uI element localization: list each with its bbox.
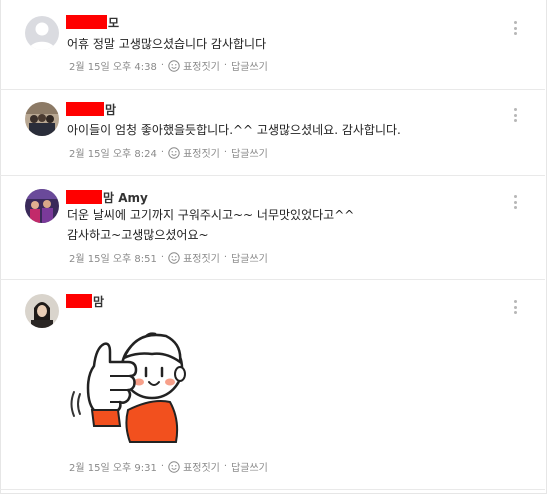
- user-avatar[interactable]: [25, 294, 59, 328]
- react-button[interactable]: 표정짓기: [168, 145, 220, 160]
- react-label: 표정짓기: [183, 149, 220, 160]
- comment-meta: 2월 15일 오후 8:51 · 표정짓기 · 답글쓰기: [69, 250, 268, 265]
- default-avatar[interactable]: [25, 16, 59, 50]
- author-name-suffix: 맘: [93, 294, 105, 309]
- user-avatar[interactable]: [25, 102, 59, 136]
- comment-item: 맘 Amy 더운 날씨에 고기까지 구워주시고~~ 너무맛있었다고^^ 감사하고…: [0, 175, 545, 280]
- comment-item: 맘 아이들이 엄청 좋아했을듯합니다.^^ 고생많으셨네요. 감사합니다. 2월…: [0, 89, 545, 176]
- redacted-name: [66, 15, 107, 29]
- author-row[interactable]: 맘 Amy: [66, 189, 148, 205]
- react-button[interactable]: 표정짓기: [168, 250, 220, 265]
- comment-meta: 2월 15일 오후 9:31 · 표정짓기 · 답글쓰기: [69, 459, 268, 474]
- react-button[interactable]: 표정짓기: [168, 459, 220, 474]
- smile-icon: [168, 59, 180, 72]
- comment-item: 모 어휴 정말 고생많으셨습니다 감사합니다 2월 15일 오후 4:38 · …: [0, 0, 545, 90]
- more-options-icon[interactable]: [509, 299, 521, 315]
- separator: ·: [160, 461, 165, 472]
- comment-date: 2월 15일 오후 8:51: [69, 254, 157, 265]
- separator: ·: [223, 147, 228, 158]
- comment-text-line: 더운 날씨에 고기까지 구워주시고~~ 너무맛있었다고^^: [67, 208, 355, 222]
- more-options-icon[interactable]: [509, 107, 521, 123]
- separator: ·: [160, 252, 165, 263]
- comment-text-line: 감사하고~고생많으셨어요~: [67, 228, 209, 242]
- separator: ·: [223, 60, 228, 71]
- comment-date: 2월 15일 오후 8:24: [69, 149, 157, 160]
- author-row[interactable]: 맘: [66, 293, 104, 309]
- separator: ·: [160, 147, 165, 158]
- author-row[interactable]: 맘: [66, 101, 116, 117]
- more-options-icon[interactable]: [509, 194, 521, 210]
- smile-icon: [168, 251, 180, 264]
- redacted-name: [66, 294, 92, 308]
- separator: ·: [160, 60, 165, 71]
- comment-meta: 2월 15일 오후 8:24 · 표정짓기 · 답글쓰기: [69, 145, 268, 160]
- separator: ·: [223, 252, 228, 263]
- smile-icon: [168, 460, 180, 473]
- comment-date: 2월 15일 오후 4:38: [69, 62, 157, 73]
- reply-button[interactable]: 답글쓰기: [231, 250, 268, 265]
- reply-button[interactable]: 답글쓰기: [231, 58, 268, 73]
- comment-text: 아이들이 엄청 좋아했을듯합니다.^^ 고생많으셨네요. 감사합니다.: [67, 120, 401, 140]
- author-row[interactable]: 모: [66, 14, 119, 30]
- comment-date: 2월 15일 오후 9:31: [69, 463, 157, 474]
- separator: ·: [223, 461, 228, 472]
- thumbs-up-sticker[interactable]: [66, 322, 196, 452]
- comment-text: 더운 날씨에 고기까지 구워주시고~~ 너무맛있었다고^^ 감사하고~고생많으셨…: [67, 205, 354, 245]
- author-name-suffix: 맘: [105, 102, 117, 117]
- author-name-suffix: 맘 Amy: [103, 190, 148, 205]
- react-label: 표정짓기: [183, 463, 220, 474]
- more-options-icon[interactable]: [509, 20, 521, 36]
- reply-button[interactable]: 답글쓰기: [231, 145, 268, 160]
- react-label: 표정짓기: [183, 62, 220, 73]
- author-name-suffix: 모: [108, 15, 120, 30]
- redacted-name: [66, 190, 102, 204]
- redacted-name: [66, 102, 104, 116]
- comment-text-line: 아이들이 엄청 좋아했을듯합니다.^^ 고생많으셨네요. 감사합니다.: [67, 123, 401, 137]
- reply-button[interactable]: 답글쓰기: [231, 459, 268, 474]
- comment-text-line: 어휴 정말 고생많으셨습니다 감사합니다: [67, 37, 267, 51]
- react-label: 표정짓기: [183, 254, 220, 265]
- react-button[interactable]: 표정짓기: [168, 58, 220, 73]
- smile-icon: [168, 146, 180, 159]
- comment-meta: 2월 15일 오후 4:38 · 표정짓기 · 답글쓰기: [69, 58, 268, 73]
- comment-text: 어휴 정말 고생많으셨습니다 감사합니다: [67, 34, 266, 54]
- user-avatar[interactable]: [25, 189, 59, 223]
